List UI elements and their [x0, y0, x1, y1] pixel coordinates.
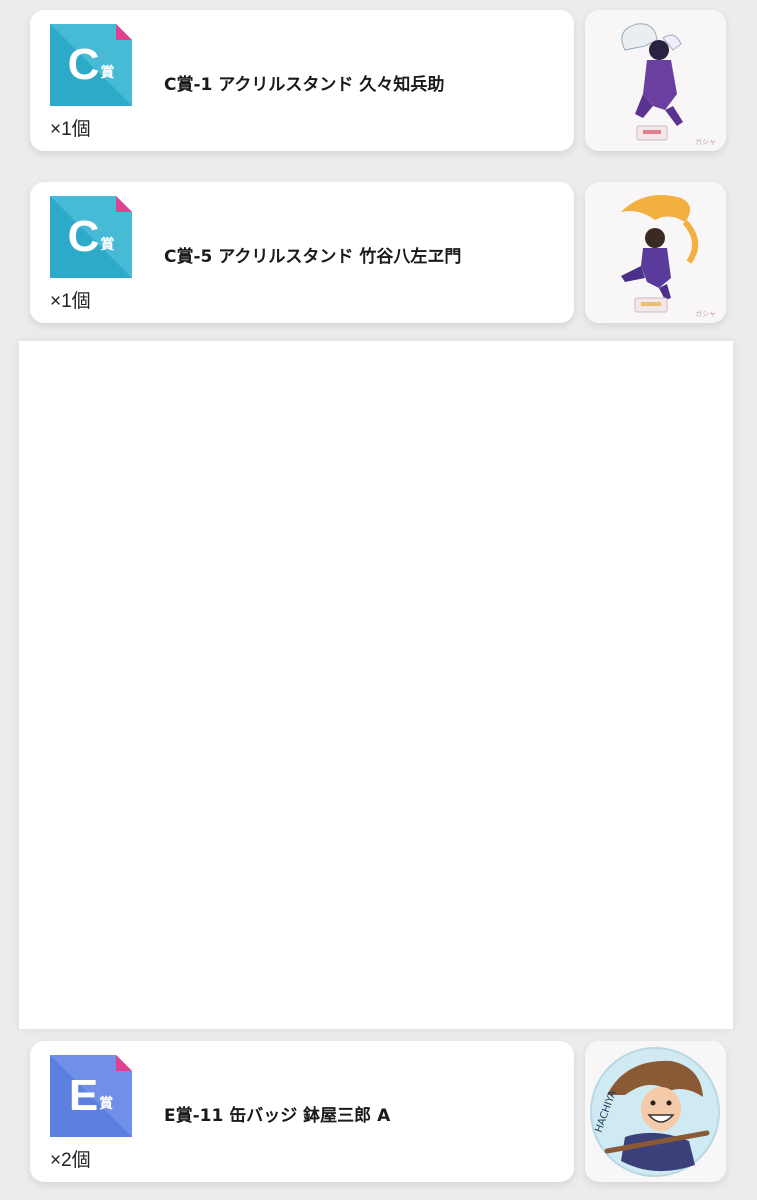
prize-row[interactable]: C 賞 C賞-5 アクリルスタンド 竹谷八左ヱ門 ×1個 ガシャ: [0, 182, 757, 328]
badge-letter: C: [67, 212, 100, 261]
c-prize-badge-icon: C 賞: [50, 24, 132, 106]
prize-card[interactable]: C 賞 C賞-1 アクリルスタンド 久々知兵助 ×1個: [30, 10, 574, 151]
prize-quantity: ×2個: [50, 1150, 91, 1171]
can-badge-icon: HACHIYA: [585, 1041, 726, 1182]
prize-quantity: ×1個: [50, 291, 91, 312]
svg-text:ガシャ: ガシャ: [695, 137, 716, 146]
prize-name: E賞-11 缶バッジ 鉢屋三郎 A: [164, 1106, 391, 1126]
prize-quantity: ×1個: [50, 119, 91, 140]
acrylic-stand-icon: ガシャ: [585, 10, 726, 151]
badge-kanji: 賞: [99, 1096, 114, 1112]
prize-thumbnail[interactable]: ガシャ: [585, 182, 726, 323]
badge-letter: E: [68, 1071, 99, 1120]
badge-kanji: 賞: [100, 65, 115, 81]
svg-text:ガシャ: ガシャ: [695, 309, 716, 318]
c-prize-badge-icon: C 賞: [50, 196, 132, 278]
prize-row[interactable]: C 賞 C賞-1 アクリルスタンド 久々知兵助 ×1個 ガシャ: [0, 10, 757, 156]
acrylic-stand-icon: ガシャ: [585, 182, 726, 323]
e-prize-badge-icon: E 賞: [50, 1055, 132, 1137]
prize-name: C賞-1 アクリルスタンド 久々知兵助: [164, 75, 445, 95]
prize-card[interactable]: E 賞 E賞-11 缶バッジ 鉢屋三郎 A ×2個: [30, 1041, 574, 1182]
prize-thumbnail[interactable]: HACHIYA: [585, 1041, 726, 1182]
badge-kanji: 賞: [100, 237, 115, 253]
prize-card[interactable]: C 賞 C賞-5 アクリルスタンド 竹谷八左ヱ門 ×1個: [30, 182, 574, 323]
prize-thumbnail[interactable]: ガシャ: [585, 10, 726, 151]
badge-letter: C: [67, 40, 100, 89]
prize-row[interactable]: E 賞 E賞-11 缶バッジ 鉢屋三郎 A ×2個 HACHIYA: [0, 1041, 757, 1187]
prize-name: C賞-5 アクリルスタンド 竹谷八左ヱ門: [164, 247, 462, 267]
blank-panel: [19, 341, 733, 1029]
